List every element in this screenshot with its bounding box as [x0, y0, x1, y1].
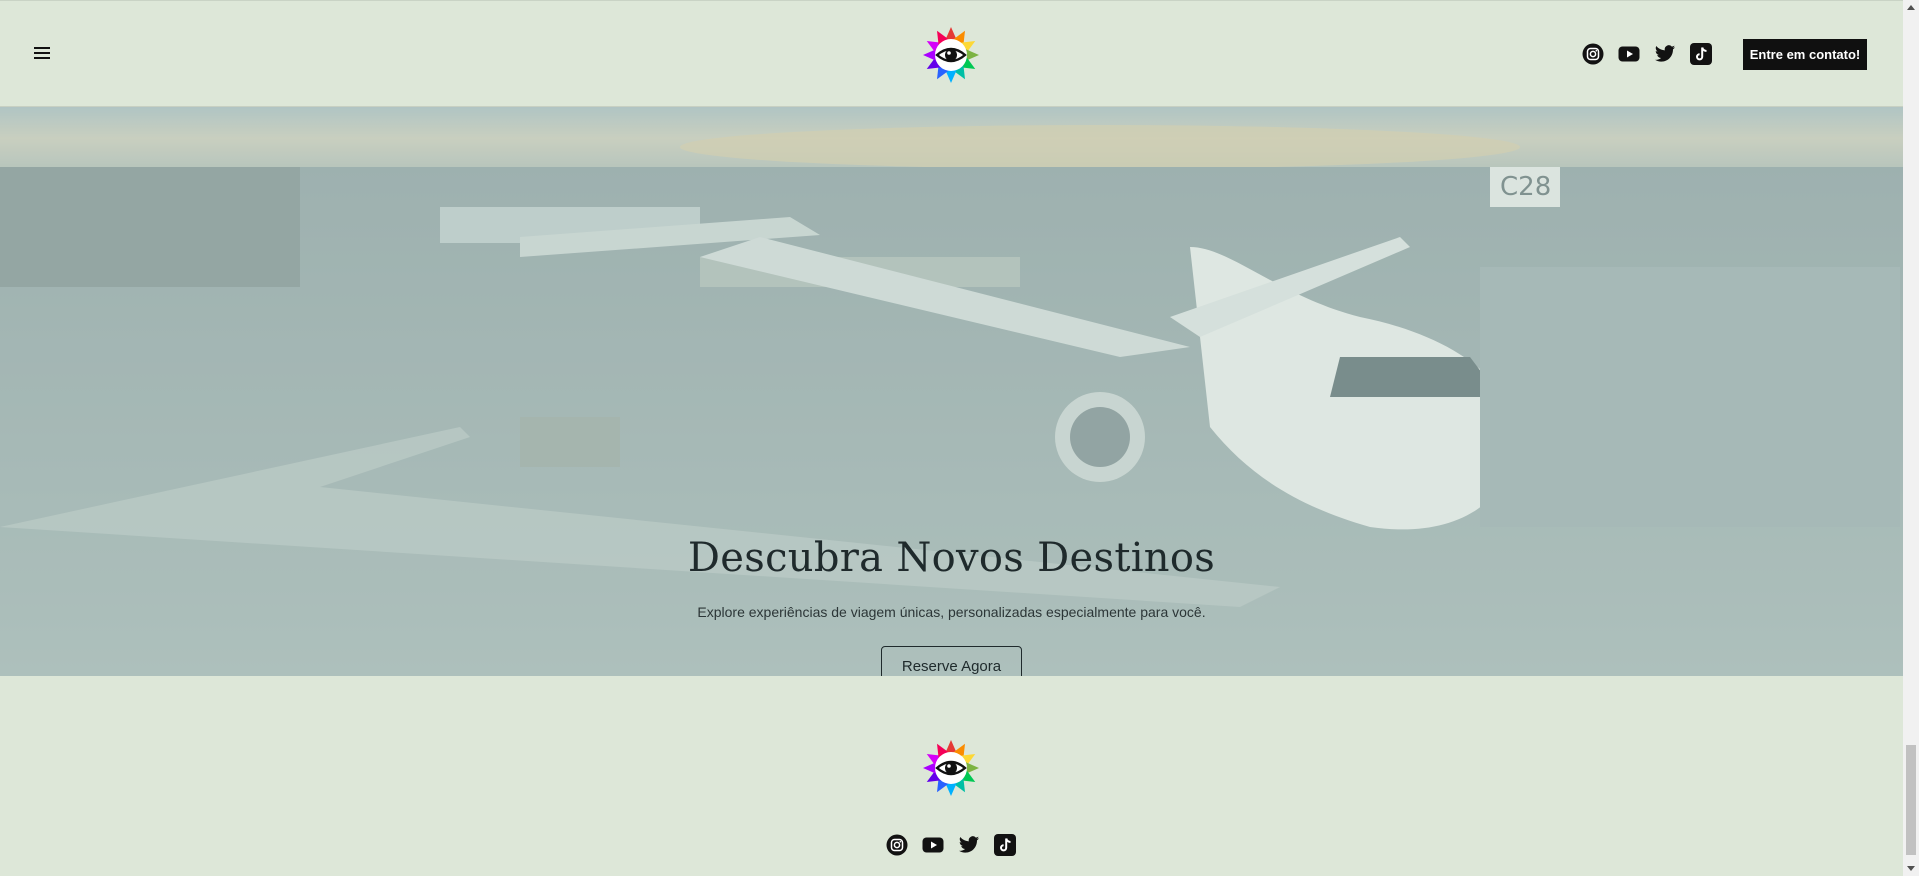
- hero-section: C28 Descubra Novos Destinos Explore expe…: [0, 107, 1903, 676]
- hero-subtitle: Explore experiências de viagem únicas, p…: [697, 604, 1206, 620]
- footer-social-links: [886, 834, 1016, 856]
- logo-icon[interactable]: [922, 26, 980, 84]
- tiktok-icon[interactable]: [994, 834, 1016, 856]
- tiktok-icon[interactable]: [1690, 43, 1712, 65]
- instagram-icon[interactable]: [886, 834, 908, 856]
- contact-button[interactable]: Entre em contato!: [1743, 39, 1867, 70]
- header-social-links: [1582, 43, 1712, 65]
- page: Entre em contato! C28 Descubra Novos Des…: [0, 0, 1903, 876]
- hero-title: Descubra Novos Destinos: [687, 535, 1216, 581]
- site-header: Entre em contato!: [0, 0, 1903, 107]
- scroll-up-arrow-icon[interactable]: [1903, 0, 1919, 16]
- scroll-down-arrow-icon[interactable]: [1903, 860, 1919, 876]
- site-footer: [0, 676, 1903, 876]
- hero-background-image: C28: [0, 107, 1903, 676]
- instagram-icon[interactable]: [1582, 43, 1604, 65]
- youtube-icon[interactable]: [922, 834, 944, 856]
- vertical-scrollbar[interactable]: [1903, 0, 1919, 876]
- scrollbar-thumb[interactable]: [1906, 745, 1916, 855]
- book-now-button[interactable]: Reserve Agora: [881, 646, 1022, 676]
- twitter-icon[interactable]: [1654, 43, 1676, 65]
- hamburger-menu-icon[interactable]: [34, 47, 50, 61]
- footer-logo-icon[interactable]: [922, 739, 980, 797]
- youtube-icon[interactable]: [1618, 43, 1640, 65]
- twitter-icon[interactable]: [958, 834, 980, 856]
